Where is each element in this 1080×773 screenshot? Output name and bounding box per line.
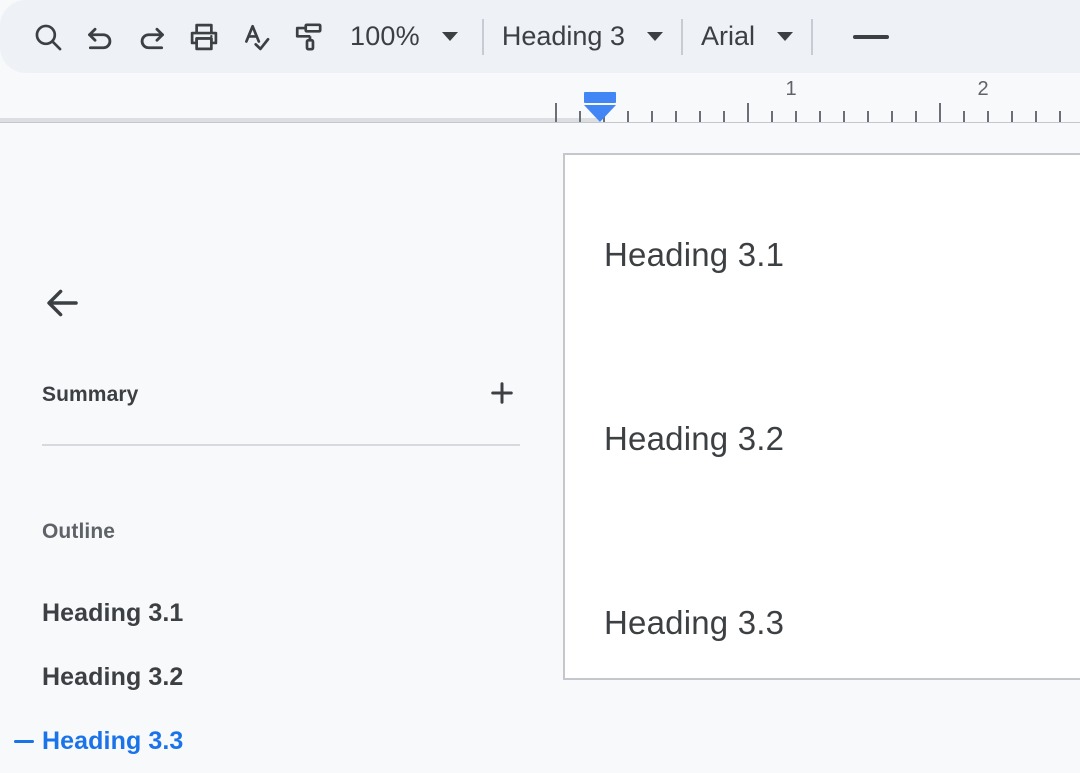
ruler-tick xyxy=(1059,111,1061,122)
ruler-tick xyxy=(627,111,629,122)
ruler-tick xyxy=(651,111,653,122)
outline-item-list: Heading 3.1 Heading 3.2 Heading 3.3 xyxy=(0,581,563,773)
redo-button[interactable] xyxy=(126,11,178,63)
ruler-tick xyxy=(963,111,965,122)
ruler-tick xyxy=(843,111,845,122)
undo-button[interactable] xyxy=(74,11,126,63)
ruler-tick xyxy=(891,111,893,122)
toolbar-divider-3 xyxy=(810,18,813,55)
chevron-down-icon xyxy=(441,32,458,41)
first-line-indent-bar xyxy=(584,92,616,103)
ruler-tick xyxy=(771,111,773,122)
outline-item[interactable]: Heading 3.2 xyxy=(0,645,563,709)
chevron-down-icon xyxy=(646,32,663,41)
ruler-tick xyxy=(699,111,701,122)
back-button[interactable] xyxy=(32,275,92,335)
outline-active-marker-icon xyxy=(14,739,34,743)
sidebar-divider xyxy=(42,444,520,446)
ruler-tick xyxy=(675,111,677,122)
toolbar-divider-2 xyxy=(680,18,683,55)
ruler-tick xyxy=(819,111,821,122)
document-heading-1[interactable]: Heading 3.1 xyxy=(604,236,784,274)
ruler-tick xyxy=(723,111,725,122)
zoom-level-dropdown[interactable]: 100% xyxy=(344,12,464,62)
outline-item-label: Heading 3.3 xyxy=(42,726,184,755)
summary-title: Summary xyxy=(42,383,139,406)
redo-icon xyxy=(135,20,169,54)
font-family-dropdown[interactable]: Arial xyxy=(701,12,793,62)
search-icon xyxy=(31,20,65,54)
search-button[interactable] xyxy=(22,11,74,63)
spellcheck-button[interactable] xyxy=(230,11,282,63)
spellcheck-icon xyxy=(239,20,273,54)
toolbar-divider-1 xyxy=(481,18,484,55)
ruler-tick xyxy=(867,111,869,122)
outline-item[interactable]: Heading 3.3 xyxy=(0,709,563,773)
document-page[interactable]: Heading 3.1 Heading 3.2 Heading 3.3 xyxy=(563,153,1080,680)
ruler-tick xyxy=(555,103,557,122)
ruler-number: 2 xyxy=(977,78,989,100)
summary-section-header: Summary xyxy=(42,377,520,413)
paragraph-style-dropdown[interactable]: Heading 3 xyxy=(502,12,663,62)
outline-sidebar: Summary Outline Heading 3.1 Heading 3.2 He… xyxy=(0,123,563,755)
document-area: Heading 3.1 Heading 3.2 Heading 3.3 xyxy=(563,123,1080,680)
ruler-tick xyxy=(795,111,797,122)
ruler-number: 1 xyxy=(785,78,797,100)
print-button[interactable] xyxy=(178,11,230,63)
document-heading-3[interactable]: Heading 3.3 xyxy=(604,604,784,642)
decrease-font-size-icon[interactable] xyxy=(852,34,889,39)
main-toolbar: 100% Heading 3 Arial xyxy=(0,0,1080,73)
undo-icon xyxy=(83,20,117,54)
ruler-tick xyxy=(939,103,941,122)
font-family-value: Arial xyxy=(700,21,755,51)
outline-item[interactable]: Heading 3.1 xyxy=(0,581,563,645)
plus-icon xyxy=(487,378,517,413)
paint-format-icon xyxy=(291,20,325,54)
ruler-tick xyxy=(987,111,989,122)
ruler-tick xyxy=(747,103,749,122)
chevron-down-icon xyxy=(776,32,793,41)
zoom-level-value: 100% xyxy=(350,21,420,51)
add-summary-button[interactable] xyxy=(484,377,520,413)
outline-title: Outline xyxy=(42,520,116,543)
document-ruler[interactable]: 12 xyxy=(0,73,1080,124)
document-heading-2[interactable]: Heading 3.2 xyxy=(604,420,784,458)
back-arrow-icon xyxy=(41,282,83,329)
print-icon xyxy=(187,20,221,54)
ruler-tick xyxy=(579,111,581,122)
docs-outline-screen: 100% Heading 3 Arial 12 Summary Outline … xyxy=(0,0,1080,755)
outline-item-label: Heading 3.2 xyxy=(42,662,184,691)
paragraph-style-value: Heading 3 xyxy=(501,21,625,51)
ruler-tick xyxy=(915,111,917,122)
ruler-tick xyxy=(1011,111,1013,122)
left-indent-triangle xyxy=(584,105,616,122)
left-indent-marker[interactable] xyxy=(584,92,616,122)
paint-format-button[interactable] xyxy=(282,11,334,63)
ruler-tick xyxy=(1035,111,1037,122)
outline-item-label: Heading 3.1 xyxy=(42,598,184,627)
